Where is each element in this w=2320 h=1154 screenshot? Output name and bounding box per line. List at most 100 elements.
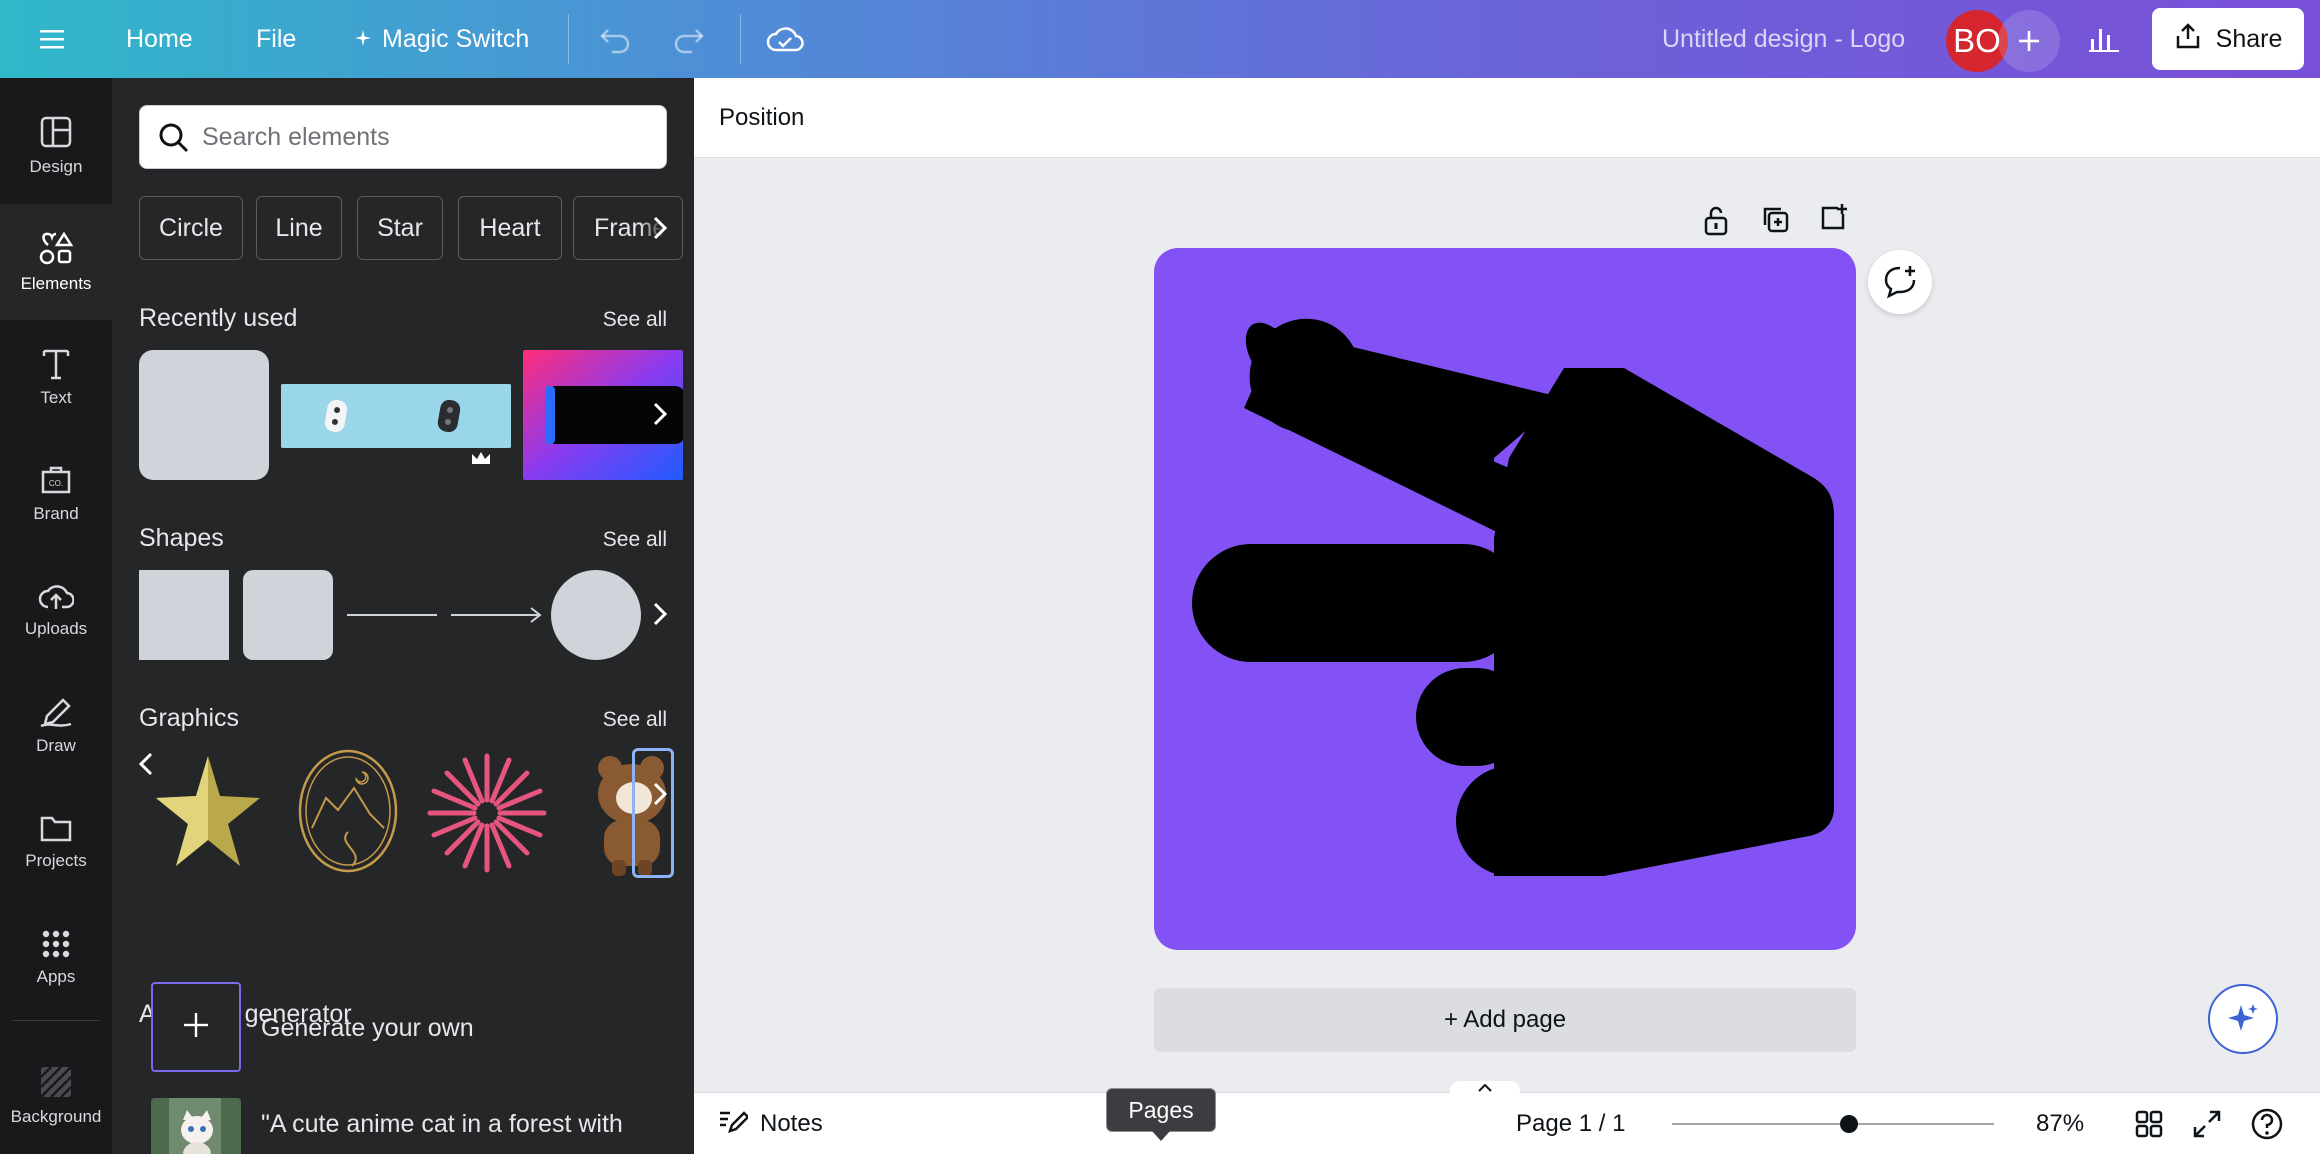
- notes-label: Notes: [760, 1110, 823, 1137]
- search-placeholder: Search elements: [202, 122, 390, 151]
- rail-apps-label: Apps: [36, 967, 76, 986]
- rail-brand[interactable]: CO. Brand: [0, 436, 112, 552]
- shapes-title: Shapes: [139, 524, 224, 552]
- duplicate-page-icon[interactable]: [1760, 204, 1790, 239]
- bottom-bar: Notes Page 1 / 1 87%: [694, 1081, 2320, 1154]
- rail-elements[interactable]: Elements: [0, 204, 112, 320]
- toolbar-divider: [740, 14, 741, 64]
- rail-projects[interactable]: Projects: [0, 784, 112, 900]
- recently-used-title: Recently used: [139, 304, 298, 332]
- notes-button[interactable]: Notes: [718, 1093, 823, 1154]
- chips-next-chevron-icon[interactable]: [640, 198, 680, 258]
- magic-switch-button[interactable]: Magic Switch: [354, 0, 529, 78]
- undo-icon[interactable]: [598, 0, 632, 78]
- pink-burst-graphic[interactable]: [422, 748, 552, 883]
- generate-own-label[interactable]: Generate your own: [261, 1014, 474, 1043]
- rail-design[interactable]: Design: [0, 88, 112, 204]
- lock-icon[interactable]: [1702, 204, 1730, 241]
- zoom-slider-track[interactable]: [1672, 1123, 1994, 1125]
- rail-text-label: Text: [40, 388, 72, 407]
- design-page[interactable]: [1154, 248, 1856, 950]
- cloud-upload-icon: [38, 581, 74, 611]
- add-page-icon[interactable]: [1818, 202, 1848, 237]
- desert-badge-graphic[interactable]: [296, 748, 400, 879]
- plus-icon: [182, 1011, 210, 1044]
- help-question-icon[interactable]: [2250, 1107, 2284, 1146]
- zoom-slider-thumb[interactable]: [1840, 1115, 1859, 1133]
- premium-crown-icon: [470, 450, 492, 471]
- grid-view-icon[interactable]: [2134, 1109, 2164, 1144]
- redo-icon[interactable]: [672, 0, 706, 78]
- generate-own-button[interactable]: [151, 982, 241, 1072]
- recent-next-chevron-icon[interactable]: [640, 384, 680, 444]
- add-comment-icon[interactable]: [1868, 250, 1932, 314]
- pages-toggle-chevron-up-icon[interactable]: [1450, 1081, 1520, 1095]
- folder-icon: [39, 813, 73, 843]
- gold-star-graphic[interactable]: [152, 752, 264, 875]
- shapes-see-all[interactable]: See all: [603, 528, 667, 552]
- rail-text[interactable]: Text: [0, 320, 112, 436]
- magic-switch-label: Magic Switch: [382, 24, 530, 53]
- rail-projects-label: Projects: [25, 851, 87, 870]
- rail-uploads-label: Uploads: [24, 619, 88, 638]
- elements-panel: Search elements Circle Line Star Heart F…: [112, 78, 694, 1154]
- file-menu-button[interactable]: File: [256, 0, 296, 78]
- magic-assistant-sparkle-icon[interactable]: [2208, 984, 2278, 1054]
- draw-pen-icon: [39, 696, 73, 728]
- shapes-next-chevron-icon[interactable]: [640, 584, 680, 644]
- rail-elements-label: Elements: [20, 274, 92, 293]
- rail-brand-label: Brand: [33, 504, 79, 523]
- ai-cat-image-thumb[interactable]: [151, 1098, 241, 1154]
- share-label: Share: [2215, 24, 2283, 53]
- rail-background[interactable]: Background: [0, 1038, 112, 1154]
- design-title[interactable]: Untitled design - Logo: [1662, 0, 1905, 78]
- share-button[interactable]: Share: [2152, 8, 2304, 70]
- hand-pointing-graphic[interactable]: [1154, 248, 1856, 950]
- graphics-see-all[interactable]: See all: [603, 708, 667, 732]
- search-input[interactable]: Search elements: [139, 105, 667, 169]
- recently-used-see-all[interactable]: See all: [603, 308, 667, 332]
- home-button[interactable]: Home: [126, 0, 193, 78]
- position-button[interactable]: Position: [719, 78, 804, 158]
- side-rail: Design Elements Text CO. Brand Uploads D…: [0, 78, 112, 1154]
- graphics-title: Graphics: [139, 704, 240, 732]
- rail-draw[interactable]: Draw: [0, 668, 112, 784]
- shape-circle[interactable]: [551, 570, 641, 660]
- insights-chart-icon[interactable]: [2088, 0, 2120, 78]
- menu-icon[interactable]: [38, 0, 66, 78]
- pages-tooltip: Pages: [1106, 1088, 1216, 1132]
- brand-kit-icon: CO.: [39, 464, 73, 496]
- recent-rounded-square-thumb[interactable]: [139, 350, 269, 480]
- add-page-button[interactable]: + Add page: [1154, 988, 1856, 1052]
- rail-draw-label: Draw: [36, 736, 76, 755]
- rail-background-label: Background: [10, 1107, 102, 1126]
- rail-design-label: Design: [29, 157, 83, 176]
- notes-pencil-icon: [718, 1107, 750, 1142]
- rail-uploads[interactable]: Uploads: [0, 552, 112, 668]
- shape-arrow-line[interactable]: [449, 605, 543, 630]
- design-layout-icon: [39, 115, 73, 149]
- rail-divider: [12, 1020, 100, 1021]
- top-bar: Home File Magic Switch Untitled design -…: [0, 0, 2320, 78]
- graphics-next-chevron-icon[interactable]: [640, 764, 680, 824]
- chip-circle[interactable]: Circle: [139, 196, 243, 260]
- shape-rounded-square[interactable]: [243, 570, 333, 660]
- chip-star[interactable]: Star: [357, 196, 443, 260]
- background-hatch-icon: [39, 1065, 73, 1099]
- elements-shapes-icon: [38, 230, 74, 266]
- fullscreen-expand-icon[interactable]: [2192, 1109, 2222, 1144]
- apps-grid-icon: [41, 929, 71, 959]
- chip-line[interactable]: Line: [256, 196, 342, 260]
- ai-prompt-text[interactable]: "A cute anime cat in a forest with: [261, 1110, 623, 1139]
- shape-square[interactable]: [139, 570, 229, 660]
- recent-controllers-image-thumb[interactable]: [281, 384, 511, 448]
- cloud-save-icon[interactable]: [766, 0, 804, 78]
- invite-plus-icon[interactable]: [1998, 10, 2060, 72]
- shape-line[interactable]: [347, 614, 437, 616]
- page-indicator[interactable]: Page 1 / 1: [1516, 1093, 1625, 1154]
- svg-text:CO.: CO.: [49, 479, 63, 488]
- search-icon: [158, 122, 190, 161]
- zoom-level[interactable]: 87%: [2036, 1093, 2084, 1154]
- chip-heart[interactable]: Heart: [458, 196, 562, 260]
- rail-apps[interactable]: Apps: [0, 900, 112, 1016]
